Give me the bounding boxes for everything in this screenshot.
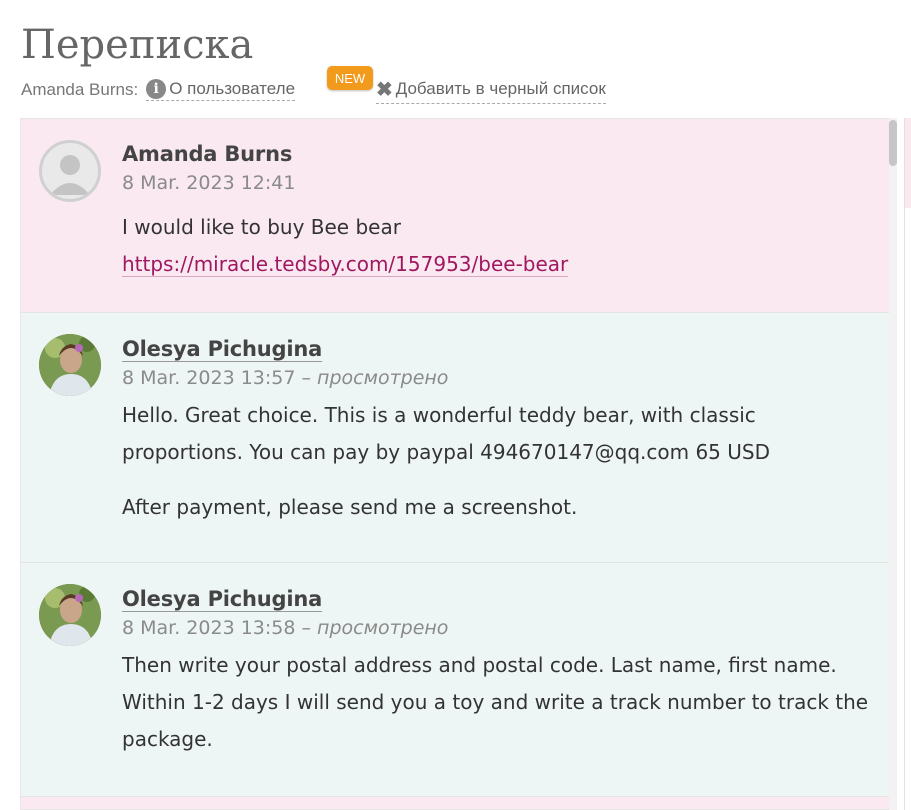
message-item-partial	[21, 797, 890, 809]
side-panel-edge	[904, 118, 911, 810]
message-date: 8 Mar. 2023 12:41	[122, 172, 295, 194]
avatar	[39, 334, 101, 396]
message-text: Then write your postal address and posta…	[122, 647, 872, 758]
message-date: 8 Mar. 2023 13:58 – просмотрено	[122, 617, 448, 639]
scrollbar-thumb[interactable]	[889, 120, 897, 166]
conversation-toolbar: Amanda Burns: i О пользователе	[21, 78, 296, 102]
message-paragraph: Hello. Great choice. This is a wonderful…	[122, 403, 770, 464]
message-item: Olesya Pichugina 8 Mar. 2023 13:57 – про…	[21, 313, 890, 563]
message-timestamp: 8 Mar. 2023 13:58	[122, 617, 296, 639]
message-item: Amanda Burns 8 Mar. 2023 12:41 I would l…	[21, 119, 890, 313]
user-placeholder-icon	[50, 155, 90, 195]
message-paragraph: Then write your postal address and posta…	[122, 653, 869, 751]
blacklist-label: Добавить в черный список	[395, 79, 606, 98]
message-author-link[interactable]: Olesya Pichugina	[122, 587, 322, 612]
message-author: Amanda Burns	[122, 142, 293, 166]
seller-photo	[39, 334, 101, 396]
about-user-label: О пользователе	[169, 79, 296, 98]
conversation-user-label: Amanda Burns:	[21, 80, 139, 99]
product-link[interactable]: https://miracle.tedsby.com/157953/bee-be…	[122, 252, 569, 277]
message-timestamp: 8 Mar. 2023 13:57	[122, 367, 296, 389]
close-icon: ✖	[376, 78, 393, 101]
blacklist-wrap: ✖ Добавить в черный список	[376, 77, 606, 104]
message-thread[interactable]: Amanda Burns 8 Mar. 2023 12:41 I would l…	[20, 118, 891, 810]
info-icon: i	[146, 79, 167, 99]
seller-photo	[39, 584, 101, 646]
viewed-status: – просмотрено	[301, 617, 449, 639]
viewed-status: – просмотрено	[301, 367, 449, 389]
page-title: Переписка	[21, 22, 254, 68]
avatar	[39, 584, 101, 646]
message-item: Olesya Pichugina 8 Mar. 2023 13:58 – про…	[21, 563, 890, 797]
message-paragraph: After payment, please send me a screensh…	[122, 495, 578, 519]
about-user-link[interactable]: i О пользователе	[146, 79, 296, 101]
message-timestamp: 8 Mar. 2023 12:41	[122, 172, 296, 194]
new-badge: NEW	[327, 66, 373, 90]
add-to-blacklist-link[interactable]: ✖ Добавить в черный список	[376, 77, 606, 104]
avatar	[39, 140, 101, 202]
message-text: Hello. Great choice. This is a wonderful…	[122, 397, 872, 526]
message-author-link[interactable]: Olesya Pichugina	[122, 337, 322, 362]
message-text: I would like to buy Bee bear https://mir…	[122, 209, 872, 283]
scrollbar-track[interactable]	[889, 118, 897, 810]
message-line: I would like to buy Bee bear	[122, 215, 401, 239]
message-date: 8 Mar. 2023 13:57 – просмотрено	[122, 367, 448, 389]
